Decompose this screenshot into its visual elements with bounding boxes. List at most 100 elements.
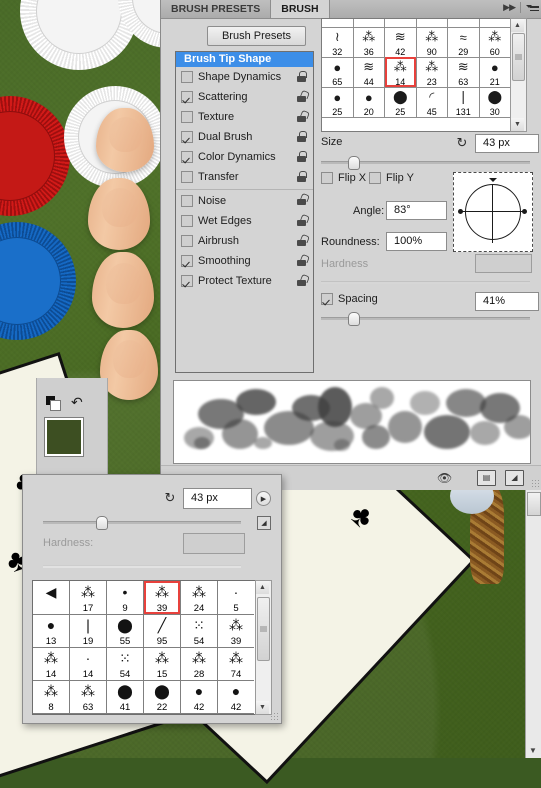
preset-row[interactable]: ● 65 ≋ 44 ⁂ 14 ⁂ 23 ≋ 63 ● 21 <box>322 57 510 88</box>
picker-cell[interactable]: ⁙ 54 <box>181 614 218 648</box>
picker-cell[interactable]: ⁂ 15 <box>144 647 181 681</box>
picker-cell[interactable]: ◀ <box>33 581 70 615</box>
preset-cell[interactable]: ❘ 131 <box>448 87 480 118</box>
lock-icon[interactable] <box>296 151 307 162</box>
angle-input[interactable]: 83° <box>386 201 447 220</box>
brush-tip-shape-item[interactable]: Brush Tip Shape <box>176 52 313 67</box>
picker-resize-grip[interactable] <box>270 712 279 721</box>
preset-cell[interactable]: ⬤ 30 <box>479 87 510 118</box>
picker-cell[interactable]: ⬤ 55 <box>107 614 144 648</box>
default-colors-icon[interactable] <box>46 396 61 411</box>
brush-options-list[interactable]: Brush Tip Shape Shape Dynamics Scatterin… <box>175 51 314 373</box>
scroll-down-arrow-icon[interactable]: ▼ <box>527 744 539 756</box>
picker-cell[interactable]: ⁂ 14 <box>33 647 70 681</box>
preset-cell-selected[interactable]: ⁂ 14 <box>385 57 417 88</box>
checkbox-color-dynamics[interactable] <box>181 151 193 163</box>
picker-cell[interactable]: ● 42 <box>181 680 218 714</box>
preset-cell[interactable]: ⁂ 36 <box>353 27 385 58</box>
preset-cell[interactable]: ● 20 <box>353 87 385 118</box>
spacing-input[interactable]: 41% <box>475 292 539 311</box>
panel-tab-strip[interactable]: BRUSH PRESETS BRUSH ▶▶ <box>161 0 541 19</box>
picker-cell[interactable]: ⁂ 39 <box>218 614 254 648</box>
checkbox-transfer[interactable] <box>181 171 193 183</box>
preset-cell[interactable]: ⁂ 23 <box>416 57 448 88</box>
scroll-up-arrow-icon[interactable]: ▲ <box>511 19 524 32</box>
picker-cell[interactable]: ⁂ 17 <box>70 581 107 615</box>
picker-cell[interactable]: ⁂ 74 <box>218 647 254 681</box>
preset-grid-scrollbar[interactable]: ▲ ▼ <box>510 18 527 132</box>
picker-cell[interactable]: ⁂ 24 <box>181 581 218 615</box>
size-slider-knob[interactable] <box>348 156 360 170</box>
preset-cell[interactable]: ≋ 42 <box>385 27 417 58</box>
picker-cell[interactable]: ● 42 <box>218 680 254 714</box>
brush-preset-grid[interactable]: ≀ 32 ⁂ 36 ≋ 42 ⁂ 90 ≈29 ⁂ 60 ● 65 ≋ 44 ⁂ 14 ⁂ 23 … <box>321 18 511 132</box>
scroll-up-arrow-icon[interactable]: ▲ <box>256 581 269 594</box>
tab-brush[interactable]: BRUSH <box>271 0 330 18</box>
checkbox-noise[interactable] <box>181 195 193 207</box>
checkbox-smoothing[interactable] <box>181 255 193 267</box>
panel-resize-grip[interactable] <box>531 479 540 488</box>
roundness-input[interactable]: 100% <box>386 232 447 251</box>
option-airbrush[interactable]: Airbrush <box>176 231 313 251</box>
preset-row-clipped[interactable] <box>322 19 510 28</box>
preset-cell[interactable]: ● 25 <box>322 87 354 118</box>
checkbox-flip-y[interactable] <box>369 172 381 184</box>
lock-open-icon[interactable] <box>296 233 311 246</box>
picker-row[interactable]: ◀ ⁂ 17 • 9 ⁂ 39 ⁂ 24 · 5 <box>33 581 255 615</box>
brush-panel[interactable]: BRUSH PRESETS BRUSH ▶▶ Brush Presets Bru… <box>160 0 541 490</box>
preset-cell[interactable]: ⁂ 60 <box>479 27 510 58</box>
picker-cell[interactable]: ● 13 <box>33 614 70 648</box>
spacing-slider[interactable] <box>321 312 530 326</box>
create-new-preset-icon[interactable]: ▤ <box>477 469 496 486</box>
option-scattering[interactable]: Scattering <box>176 87 313 107</box>
preset-cell[interactable]: ● 21 <box>479 57 510 88</box>
picker-size-slider[interactable] <box>43 516 241 530</box>
checkbox-texture[interactable] <box>181 111 193 123</box>
panel-menu-icon[interactable] <box>526 3 539 13</box>
toolbar-color-swatches[interactable]: ↶ <box>36 378 108 482</box>
picker-cell-selected[interactable]: ⁂ 39 <box>144 581 181 615</box>
option-wet-edges[interactable]: Wet Edges <box>176 211 313 231</box>
picker-row[interactable]: ⁂ 8 ⁂ 63 ⬤ 41 ⬤ 22 ● 42 ● 42 <box>33 680 255 714</box>
preset-cell[interactable]: ● 65 <box>322 57 354 88</box>
preset-row[interactable]: ● 25 ● 20 ⬤ 25 ◜ 45 ❘ 131 ⬤ 30 <box>322 87 510 118</box>
checkbox-shape-dynamics[interactable] <box>181 71 193 83</box>
checkbox-airbrush[interactable] <box>181 235 193 247</box>
picker-cell[interactable]: ⁂ 28 <box>181 647 218 681</box>
lock-open-icon[interactable] <box>296 253 311 266</box>
option-color-dynamics[interactable]: Color Dynamics <box>176 147 313 167</box>
option-smoothing[interactable]: Smoothing <box>176 251 313 271</box>
preset-cell[interactable]: ≈29 <box>448 27 480 58</box>
create-new-preset-icon[interactable]: ◢ <box>257 516 271 530</box>
angle-roundness-dial[interactable] <box>453 172 533 252</box>
picker-grid-scrollbar[interactable]: ▲ ▼ <box>255 580 272 715</box>
preset-cell[interactable]: ≀ 32 <box>322 27 354 58</box>
spacing-slider-knob[interactable] <box>348 312 360 326</box>
checkbox-wet-edges[interactable] <box>181 215 193 227</box>
scrollbar-thumb[interactable] <box>527 492 541 516</box>
tab-brush-presets[interactable]: BRUSH PRESETS <box>161 0 272 18</box>
reset-size-icon[interactable]: ↻ <box>455 135 469 150</box>
picker-row[interactable]: ⁂ 14 · 14 ⁙ 54 ⁂ 15 ⁂ 28 ⁂ 74 <box>33 647 255 681</box>
panel-tab-buttons[interactable]: ▶▶ <box>503 2 539 13</box>
picker-cell[interactable]: ❘ 19 <box>70 614 107 648</box>
picker-cell[interactable]: ⁂ 8 <box>33 680 70 714</box>
option-texture[interactable]: Texture <box>176 107 313 127</box>
checkbox-flip-x[interactable] <box>321 172 333 184</box>
checkbox-dual-brush[interactable] <box>181 131 193 143</box>
picker-cell[interactable]: · 5 <box>218 581 254 615</box>
picker-brush-grid[interactable]: ◀ ⁂ 17 • 9 ⁂ 39 ⁂ 24 · 5 ● 13 ❘ 19 ⬤ 55 ╱ 95 ⁙ 54 … <box>32 580 256 715</box>
flip-x-checkbox[interactable]: Flip X <box>321 172 366 184</box>
size-input[interactable]: 43 px <box>475 134 539 153</box>
scrollbar-thumb[interactable] <box>257 597 270 661</box>
size-slider[interactable] <box>321 156 530 170</box>
picker-size-input[interactable]: 43 px <box>183 488 252 509</box>
picker-cell[interactable]: ╱ 95 <box>144 614 181 648</box>
preset-cell[interactable]: ⬤ 25 <box>385 87 417 118</box>
picker-cell[interactable]: · 14 <box>70 647 107 681</box>
picker-cell[interactable]: ⬤ 41 <box>107 680 144 714</box>
double-right-arrow-icon[interactable]: ▶▶ <box>503 2 516 13</box>
preset-cell[interactable]: ≋ 63 <box>448 57 480 88</box>
preset-cell[interactable]: ◜ 45 <box>416 87 448 118</box>
option-noise[interactable]: Noise <box>176 189 313 211</box>
